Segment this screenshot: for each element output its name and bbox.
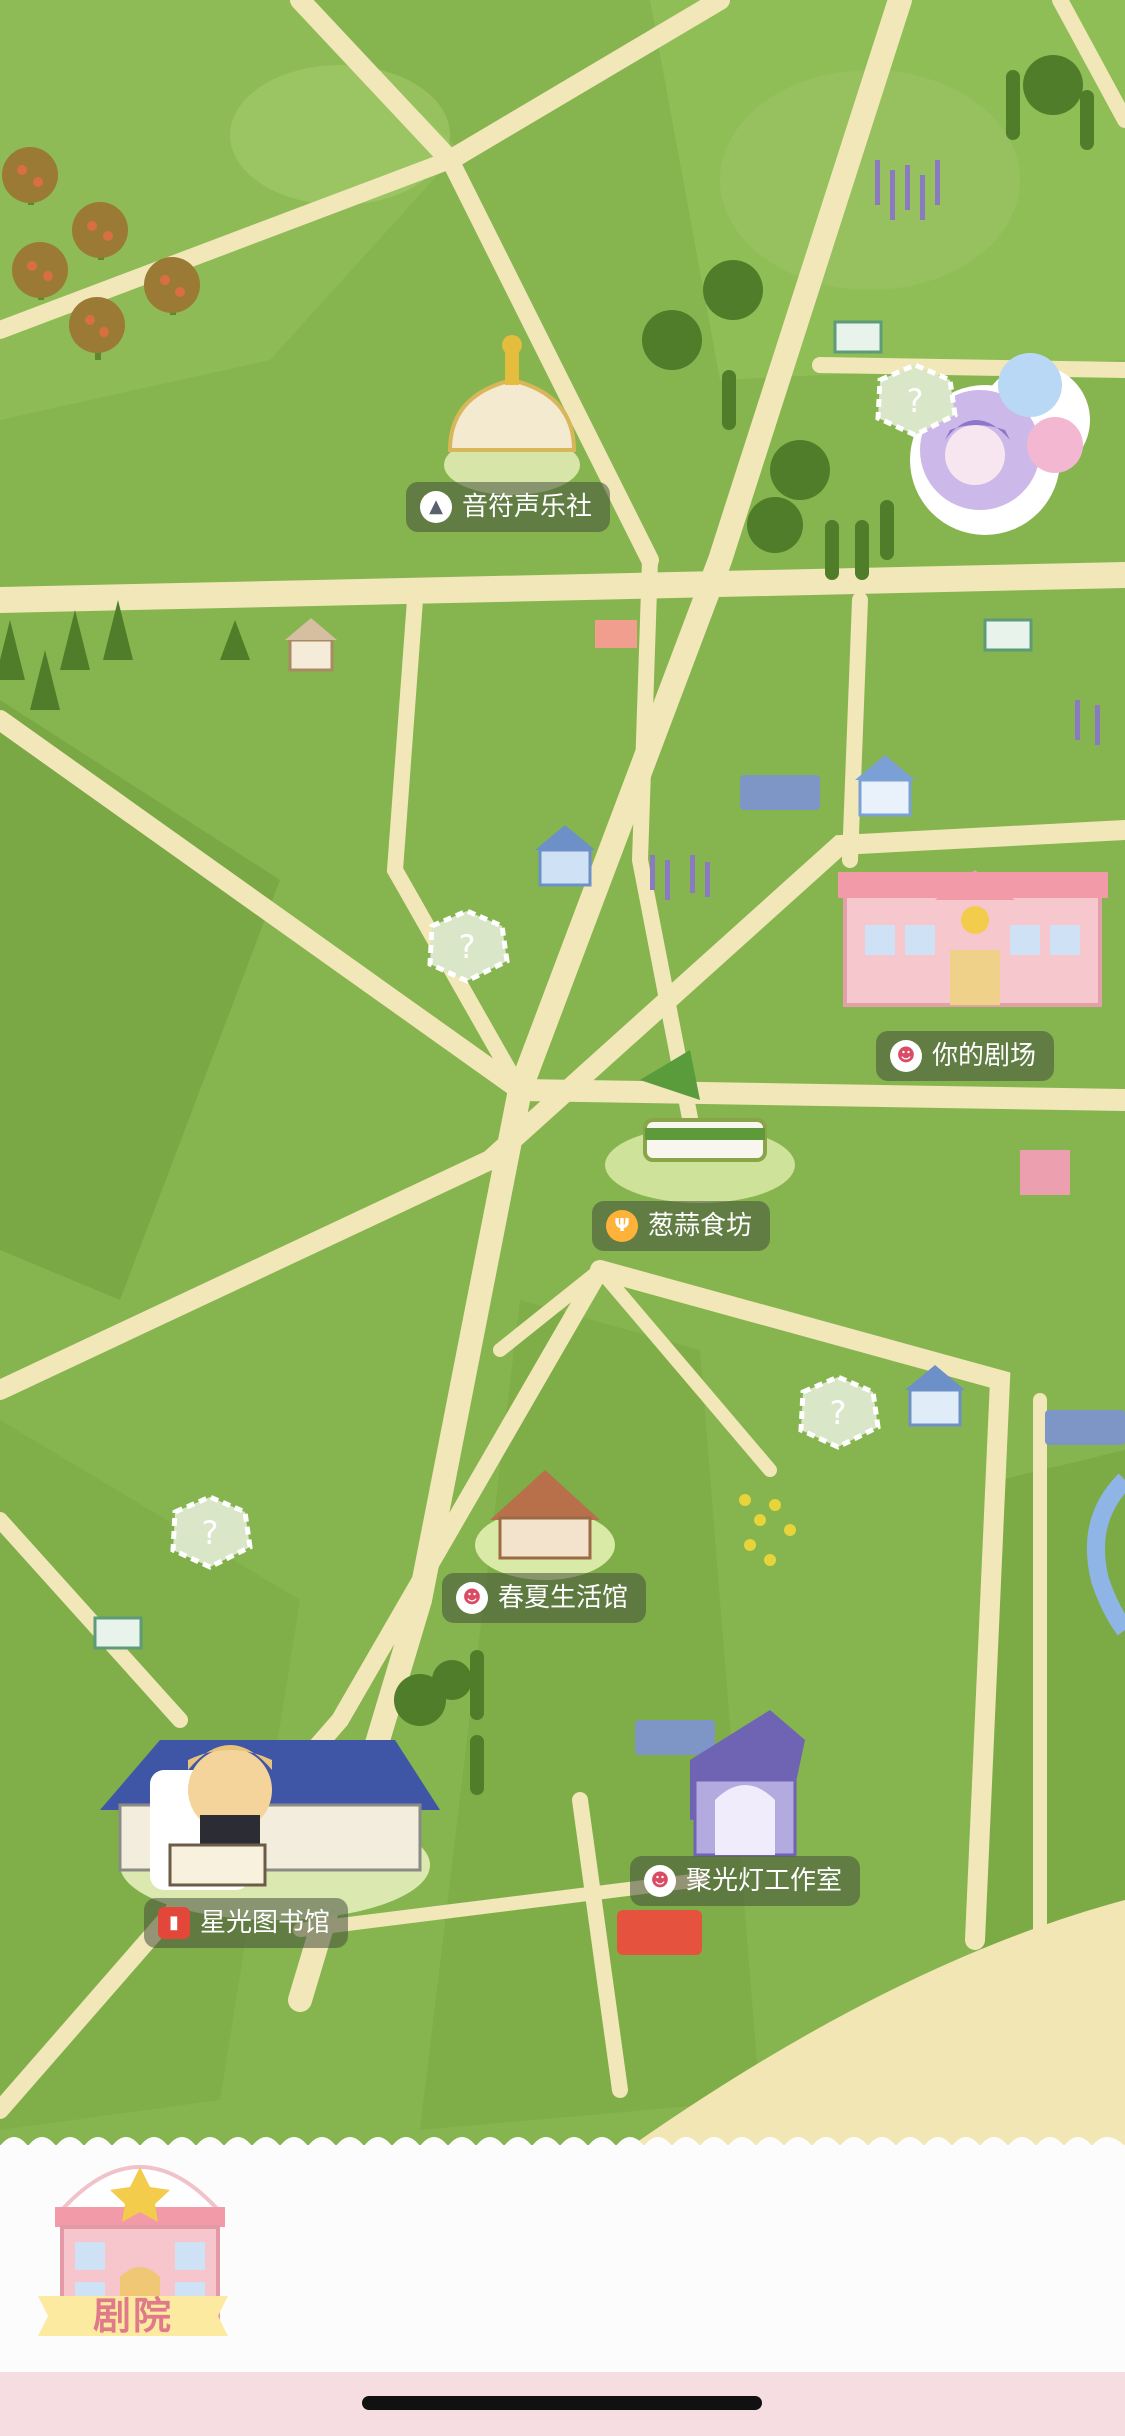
location-label-spring-summer-hall[interactable]: ☻ 春夏生活馆 (442, 1573, 647, 1623)
svg-text:?: ? (202, 1514, 219, 1552)
unknown-location-marker[interactable]: ? (165, 1492, 255, 1572)
unknown-location-marker[interactable]: ? (870, 360, 960, 440)
location-label-music-club[interactable]: ▲ 音符声乐社 (406, 482, 611, 532)
location-label-starlight-library[interactable]: ▮ 星光图书馆 (144, 1898, 349, 1948)
location-label-your-theater[interactable]: ☻ 你的剧场 (876, 1031, 1055, 1081)
theater-masks-icon: ☻ (644, 1865, 676, 1897)
location-name: 音符声乐社 (462, 492, 593, 522)
theater-button-label: 剧院 (92, 2294, 173, 2338)
theater-button[interactable]: 剧院 (38, 2288, 228, 2344)
starlight-library-building (100, 1740, 440, 1920)
location-label-garlic-kitchen[interactable]: Ψ 葱蒜食坊 (592, 1201, 771, 1251)
location-name: 聚光灯工作室 (686, 1866, 843, 1896)
theater-masks-icon: ☻ (890, 1040, 922, 1072)
unknown-location-marker[interactable]: ? (793, 1372, 883, 1452)
svg-text:?: ? (459, 928, 476, 966)
graduation-cap-icon: ▲ (420, 491, 452, 523)
location-name: 葱蒜食坊 (648, 1211, 753, 1241)
location-name: 你的剧场 (932, 1041, 1037, 1071)
location-name: 春夏生活馆 (498, 1583, 629, 1613)
location-label-spotlight-studio[interactable]: ☻ 聚光灯工作室 (630, 1856, 861, 1906)
fork-knife-icon: Ψ (606, 1210, 638, 1242)
theater-masks-icon: ☻ (456, 1582, 488, 1614)
location-name: 星光图书馆 (200, 1908, 331, 1938)
unknown-location-marker[interactable]: ? (422, 906, 512, 986)
svg-text:?: ? (830, 1394, 847, 1432)
book-icon: ▮ (158, 1907, 190, 1939)
home-indicator[interactable] (362, 2396, 762, 2410)
svg-text:?: ? (907, 382, 924, 420)
your-theater-building (838, 870, 1108, 1007)
